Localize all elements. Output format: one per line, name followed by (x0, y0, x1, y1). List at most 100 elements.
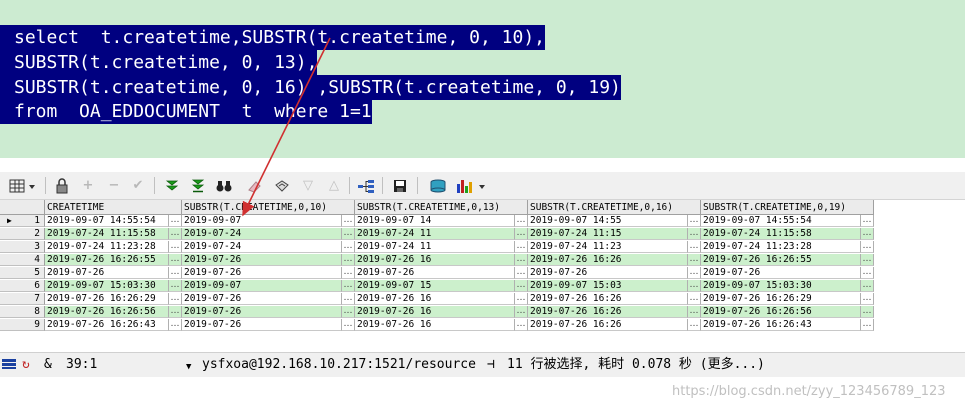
table-cell[interactable]: 2019-07-26 (528, 267, 688, 279)
table-cell[interactable]: 2019-09-07 (182, 280, 342, 292)
table-cell[interactable]: 2019-07-26 (182, 306, 342, 318)
cell-ellipsis-button[interactable]: … (342, 241, 355, 253)
cell-ellipsis-button[interactable]: … (342, 319, 355, 331)
table-cell[interactable]: 2019-07-24 11 (355, 228, 515, 240)
table-cell[interactable]: 2019-07-26 16:26 (528, 306, 688, 318)
table-cell[interactable]: 2019-07-26 16 (355, 254, 515, 266)
table-cell[interactable]: 2019-07-24 (182, 228, 342, 240)
column-header[interactable]: SUBSTR(T.CREATETIME,0,19) (701, 200, 874, 215)
filter-up-icon[interactable]: △ (324, 175, 344, 196)
status-message[interactable]: 11 行被选择, 耗时 0.078 秒 (更多...) (507, 357, 765, 373)
splitter[interactable] (0, 158, 965, 173)
table-cell[interactable]: 2019-09-07 14 (355, 215, 515, 227)
table-cell[interactable]: 2019-07-26 16:26:55 (701, 254, 861, 266)
cell-ellipsis-button[interactable]: … (861, 280, 874, 292)
cell-ellipsis-button[interactable]: … (342, 293, 355, 305)
table-cell[interactable]: 2019-09-07 (182, 215, 342, 227)
table-cell[interactable]: 2019-07-26 16:26:29 (45, 293, 169, 305)
table-cell[interactable]: 2019-07-24 11:23 (528, 241, 688, 253)
cell-ellipsis-button[interactable]: … (342, 254, 355, 266)
cell-ellipsis-button[interactable]: … (515, 241, 528, 253)
cell-ellipsis-button[interactable]: … (688, 254, 701, 266)
refresh-icon[interactable]: ↻ (22, 357, 30, 373)
cell-ellipsis-button[interactable]: … (861, 267, 874, 279)
cell-ellipsis-button[interactable]: … (169, 319, 182, 331)
row-number[interactable]: 2 (0, 228, 45, 240)
cell-ellipsis-button[interactable]: … (169, 254, 182, 266)
cell-ellipsis-button[interactable]: … (342, 215, 355, 227)
cell-ellipsis-button[interactable]: … (169, 228, 182, 240)
result-grid[interactable]: CREATETIME SUBSTR(T.CREATETIME,0,10) SUB… (0, 200, 965, 346)
table-cell[interactable]: 2019-09-07 15:03 (528, 280, 688, 292)
table-cell[interactable]: 2019-07-26 (45, 267, 169, 279)
table-cell[interactable]: 2019-07-24 11:15:58 (701, 228, 861, 240)
cell-ellipsis-button[interactable]: … (861, 254, 874, 266)
cell-ellipsis-button[interactable]: … (169, 241, 182, 253)
column-header[interactable]: SUBSTR(T.CREATETIME,0,16) (528, 200, 701, 215)
table-cell[interactable]: 2019-07-24 11:23:28 (701, 241, 861, 253)
fetch-next-icon[interactable] (162, 175, 182, 196)
table-cell[interactable]: 2019-07-26 (355, 267, 515, 279)
cell-ellipsis-button[interactable]: … (515, 228, 528, 240)
eraser-icon[interactable] (244, 175, 264, 196)
minus-icon[interactable]: − (104, 175, 124, 196)
cell-ellipsis-button[interactable]: … (688, 280, 701, 292)
table-cell[interactable]: 2019-07-26 16:26:55 (45, 254, 169, 266)
cell-ellipsis-button[interactable]: … (515, 280, 528, 292)
filter-down-icon[interactable]: ▽ (298, 175, 318, 196)
row-number[interactable]: ▶ 1 (0, 215, 45, 227)
table-cell[interactable]: 2019-07-26 16:26:43 (45, 319, 169, 331)
cell-ellipsis-button[interactable]: … (688, 228, 701, 240)
lock-icon[interactable] (52, 175, 72, 196)
cell-ellipsis-button[interactable]: … (861, 319, 874, 331)
table-cell[interactable]: 2019-07-26 16:26:56 (45, 306, 169, 318)
cell-ellipsis-button[interactable]: … (169, 267, 182, 279)
print-icon[interactable] (272, 175, 292, 196)
table-cell[interactable]: 2019-07-26 16 (355, 319, 515, 331)
connection-label[interactable]: ysfxoa@192.168.10.217:1521/resource (202, 357, 476, 373)
row-number[interactable]: 4 (0, 254, 45, 266)
row-number[interactable]: 7 (0, 293, 45, 305)
cell-ellipsis-button[interactable]: … (861, 293, 874, 305)
sql-editor[interactable]: select t.createtime,SUBSTR(t.createtime,… (0, 0, 965, 158)
table-cell[interactable]: 2019-07-26 16:26 (528, 254, 688, 266)
cell-ellipsis-button[interactable]: … (688, 306, 701, 318)
table-cell[interactable]: 2019-07-24 11 (355, 241, 515, 253)
database-icon[interactable] (428, 175, 448, 196)
table-cell[interactable]: 2019-09-07 15:03:30 (701, 280, 861, 292)
cell-ellipsis-button[interactable]: … (342, 306, 355, 318)
table-cell[interactable]: 2019-07-24 (182, 241, 342, 253)
grid-icon[interactable] (6, 175, 40, 196)
table-cell[interactable]: 2019-07-26 (182, 267, 342, 279)
cell-ellipsis-button[interactable]: … (169, 215, 182, 227)
cell-ellipsis-button[interactable]: … (169, 306, 182, 318)
cell-ellipsis-button[interactable]: … (515, 254, 528, 266)
table-cell[interactable]: 2019-07-24 11:15:58 (45, 228, 169, 240)
table-cell[interactable]: 2019-07-26 (182, 254, 342, 266)
cell-ellipsis-button[interactable]: … (861, 215, 874, 227)
cell-ellipsis-button[interactable]: … (515, 215, 528, 227)
column-header[interactable]: SUBSTR(T.CREATETIME,0,13) (355, 200, 528, 215)
tree-icon[interactable] (356, 175, 376, 196)
binoculars-icon[interactable] (214, 175, 234, 196)
cell-ellipsis-button[interactable]: … (688, 241, 701, 253)
cell-ellipsis-button[interactable]: … (688, 215, 701, 227)
table-cell[interactable]: 2019-07-26 16 (355, 306, 515, 318)
connection-dropdown-icon[interactable]: ▼ (186, 359, 191, 375)
check-icon[interactable]: ✔ (128, 175, 148, 196)
cell-ellipsis-button[interactable]: … (515, 306, 528, 318)
cell-ellipsis-button[interactable]: … (342, 280, 355, 292)
table-cell[interactable]: 2019-07-26 (701, 267, 861, 279)
cell-ellipsis-button[interactable]: … (861, 228, 874, 240)
cell-ellipsis-button[interactable]: … (342, 267, 355, 279)
cell-ellipsis-button[interactable]: … (861, 306, 874, 318)
cell-ellipsis-button[interactable]: … (688, 293, 701, 305)
row-number[interactable]: 8 (0, 306, 45, 318)
column-header[interactable]: SUBSTR(T.CREATETIME,0,10) (182, 200, 355, 215)
row-number[interactable]: 5 (0, 267, 45, 279)
cell-ellipsis-button[interactable]: … (688, 267, 701, 279)
cell-ellipsis-button[interactable]: … (169, 280, 182, 292)
row-number[interactable]: 3 (0, 241, 45, 253)
table-cell[interactable]: 2019-09-07 15:03:30 (45, 280, 169, 292)
cell-ellipsis-button[interactable]: … (861, 241, 874, 253)
